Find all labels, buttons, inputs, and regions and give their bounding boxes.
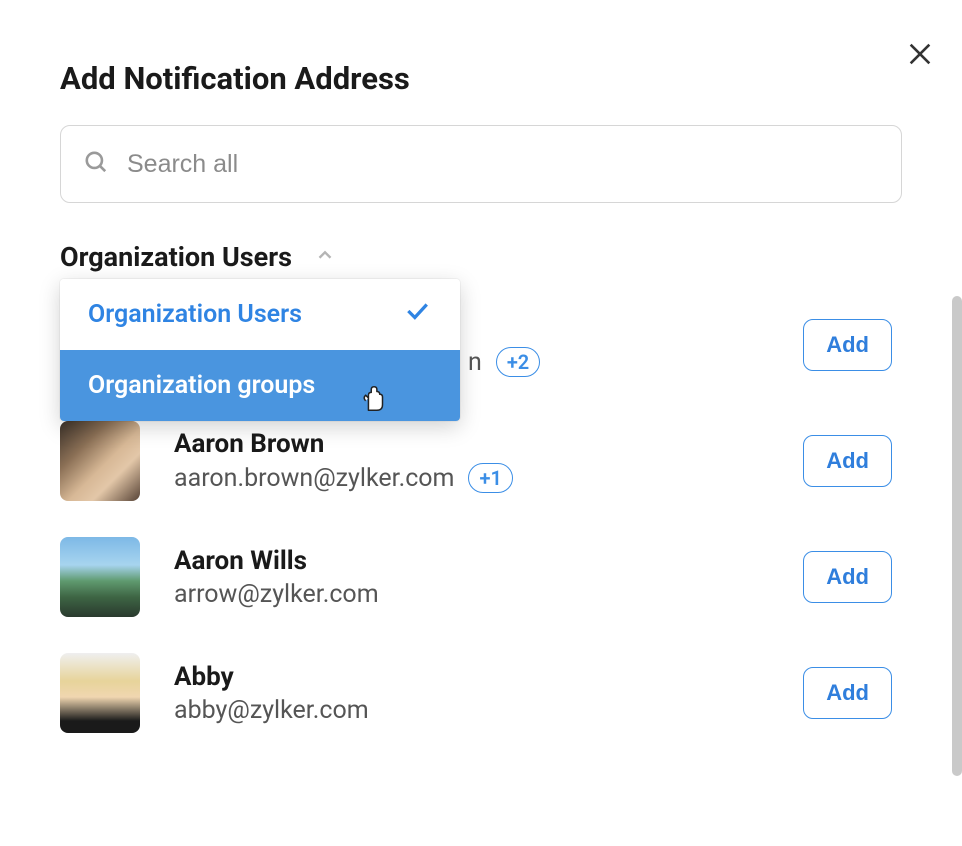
user-row: Abby abby@zylker.com Add [60,635,902,751]
user-email: aaron.brown@zylker.com [174,464,454,493]
add-button[interactable]: Add [803,435,892,487]
filter-selected-label: Organization Users [60,241,292,273]
user-row: Aaron Wills arrow@zylker.com Add [60,519,902,635]
dropdown-option-label: Organization groups [88,371,315,400]
filter-selector[interactable]: Organization Users [60,241,902,273]
check-icon [404,298,430,331]
modal-title: Add Notification Address [60,60,902,97]
search-field[interactable] [60,125,902,203]
search-icon [83,149,109,179]
chevron-up-icon [314,244,336,270]
avatar [60,421,140,501]
user-name: Aaron Brown [174,429,803,459]
add-button[interactable]: Add [803,319,892,371]
close-button[interactable] [906,40,934,68]
close-icon [906,40,934,68]
add-notification-address-modal: Add Notification Address Organization Us… [0,0,962,846]
avatar [60,653,140,733]
user-info: Aaron Wills arrow@zylker.com [174,546,803,609]
user-email-fragment: n [468,348,482,377]
user-email: arrow@zylker.com [174,580,379,609]
user-info: Aaron Brown aaron.brown@zylker.com +1 [174,429,803,493]
extra-count-badge[interactable]: +2 [496,347,540,377]
scrollbar-thumb[interactable] [952,296,962,776]
user-email: abby@zylker.com [174,696,369,725]
dropdown-option-org-users[interactable]: Organization Users [60,279,460,350]
add-button[interactable]: Add [803,667,892,719]
user-name: Abby [174,662,803,692]
extra-count-badge[interactable]: +1 [468,463,512,493]
search-input[interactable] [127,150,879,179]
user-info: Abby abby@zylker.com [174,662,803,725]
avatar [60,537,140,617]
user-name: Aaron Wills [174,546,803,576]
filter-dropdown: Organization Users Organization groups [60,279,460,421]
scrollbar[interactable] [952,296,962,784]
dropdown-option-org-groups[interactable]: Organization groups [60,350,460,421]
add-button[interactable]: Add [803,551,892,603]
dropdown-option-label: Organization Users [88,300,302,329]
